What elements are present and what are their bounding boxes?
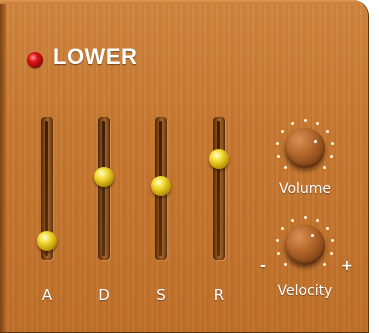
velocity-plus-sign: + (341, 258, 353, 274)
slider-handle-sustain[interactable] (151, 176, 171, 197)
volume-scale-tick (323, 166, 327, 170)
volume-scale-tick (280, 130, 284, 134)
volume-knob-cap[interactable] (285, 128, 325, 168)
slider-label-release: R (213, 286, 225, 304)
velocity-label: Velocity (277, 283, 333, 299)
panel-left-rim (0, 0, 6, 332)
velocity-scale-tick (326, 227, 330, 231)
volume-scale-tick (275, 142, 279, 146)
slider-track-decay[interactable] (98, 117, 110, 260)
volume-scale-tick (276, 155, 280, 159)
velocity-scale-tick (283, 263, 287, 267)
slider-handle-attack[interactable] (37, 230, 57, 251)
velocity-scale-tick (275, 239, 279, 243)
velocity-scale-tick (323, 263, 327, 267)
velocity-knob-cap[interactable] (285, 225, 325, 265)
lower-envelope-panel: LOWER A D S R Volume - + Velocity (0, 0, 369, 333)
velocity-scale-tick (276, 252, 280, 256)
volume-knob[interactable] (273, 116, 337, 180)
velocity-scale-tick (330, 252, 334, 256)
slider-label-attack: A (41, 286, 53, 304)
velocity-scale-tick (290, 218, 294, 222)
velocity-scale-tick (280, 227, 284, 231)
velocity-scale-tick (331, 239, 335, 243)
slider-label-decay: D (98, 286, 110, 304)
velocity-minus-sign: - (260, 258, 266, 274)
slider-label-sustain: S (156, 286, 166, 304)
slider-handle-decay[interactable] (94, 166, 114, 187)
volume-scale-tick (283, 166, 287, 170)
velocity-scale-tick (316, 218, 320, 222)
volume-scale-tick (331, 142, 335, 146)
panel-top-rim (0, 0, 368, 4)
volume-scale-tick (290, 121, 294, 125)
volume-scale-tick (316, 121, 320, 125)
slider-track-release[interactable] (213, 117, 225, 260)
slider-handle-release[interactable] (209, 148, 229, 169)
power-led-icon[interactable] (27, 52, 43, 68)
volume-scale-tick (326, 130, 330, 134)
section-title: LOWER (53, 44, 138, 69)
velocity-scale-tick (303, 215, 307, 219)
volume-scale-tick (303, 118, 307, 122)
velocity-knob[interactable] (273, 213, 337, 277)
volume-scale-tick (330, 155, 334, 159)
volume-label: Volume (278, 181, 332, 197)
